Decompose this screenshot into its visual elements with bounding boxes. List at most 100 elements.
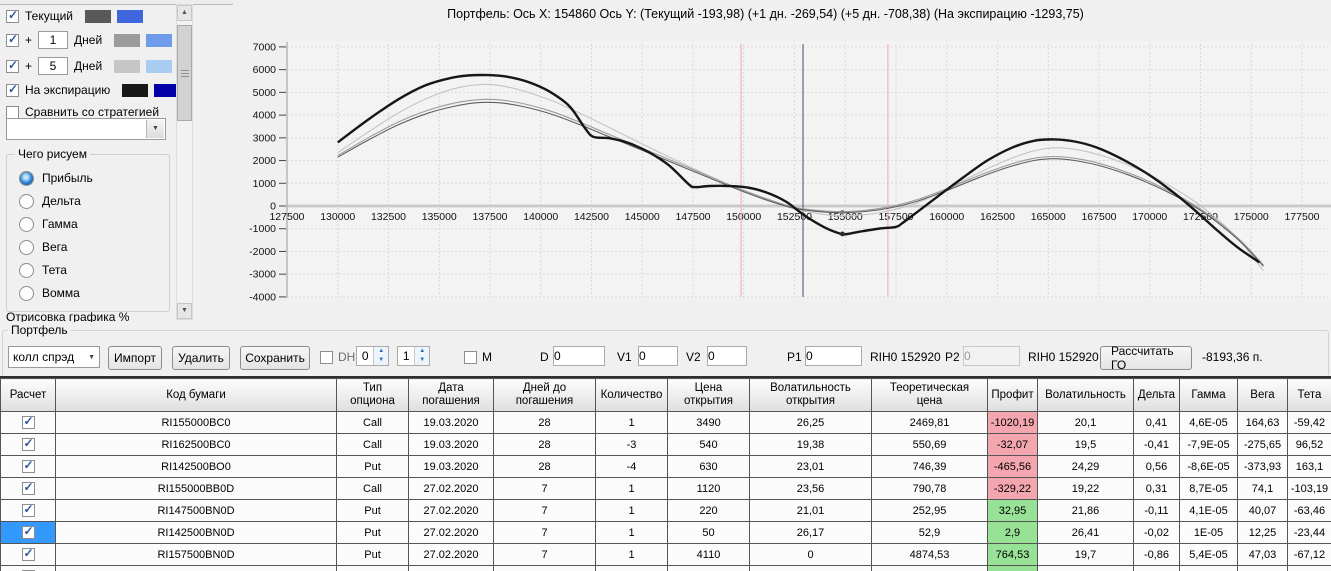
import-button[interactable]: Импорт xyxy=(108,346,162,370)
svg-text:140000: 140000 xyxy=(523,211,558,223)
radio-option-0[interactable]: Прибыль xyxy=(19,170,93,186)
radio-option-4[interactable]: Тета xyxy=(19,262,67,278)
strategy-select[interactable]: колл спрэд ▼ xyxy=(8,346,100,368)
row-calc-checkbox[interactable] xyxy=(21,502,35,517)
color-swatch[interactable] xyxy=(85,9,111,23)
spin-down-icon[interactable]: ▼ xyxy=(415,356,429,365)
data-cell: 19,7 xyxy=(1037,543,1134,566)
table-row[interactable]: RI142500BN0DPut27.02.2020715026,1752,92,… xyxy=(0,521,1331,544)
row-calc-checkbox[interactable] xyxy=(21,414,35,429)
row-calc-checkbox[interactable] xyxy=(21,458,35,473)
column-header[interactable]: Тета xyxy=(1287,378,1331,412)
data-cell xyxy=(408,565,494,571)
column-header[interactable]: Профит xyxy=(987,378,1038,412)
radio-icon[interactable] xyxy=(19,285,34,301)
table-row[interactable]: RI147500BN0DPut27.02.20207122021,01252,9… xyxy=(0,499,1331,522)
color-swatch[interactable] xyxy=(122,83,149,97)
color-swatch[interactable] xyxy=(117,9,143,23)
scroll-up-icon[interactable]: ▲ xyxy=(177,5,192,21)
row-select-cell[interactable] xyxy=(0,411,56,434)
radio-icon[interactable] xyxy=(19,239,34,255)
column-header[interactable]: Волатильность xyxy=(1037,378,1134,412)
table-row[interactable]: RI157500BN0DPut27.02.202071411004874,537… xyxy=(0,543,1331,566)
table-row[interactable]: RI155000BB0DCall27.02.202071112023,56790… xyxy=(0,477,1331,500)
color-swatch[interactable] xyxy=(114,33,141,47)
row-select-cell[interactable] xyxy=(0,543,56,566)
color-swatch[interactable] xyxy=(146,59,173,73)
chevron-down-icon[interactable]: ▼ xyxy=(146,120,164,138)
checkbox-plus5-days[interactable] xyxy=(6,58,19,73)
checkbox-plus1-days[interactable] xyxy=(6,32,19,47)
days-input-2[interactable]: 5 xyxy=(38,57,69,75)
checkbox-dh[interactable] xyxy=(320,350,333,364)
row-select-cell[interactable] xyxy=(0,521,56,544)
row-calc-checkbox[interactable] xyxy=(21,546,35,561)
radio-icon[interactable] xyxy=(19,193,34,209)
spin-down-icon[interactable]: ▼ xyxy=(374,356,388,365)
data-cell xyxy=(595,565,668,571)
sidebar-scrollbar[interactable]: ▲ ▼ xyxy=(176,4,193,320)
row-select-cell[interactable] xyxy=(0,455,56,478)
p1-field[interactable]: 0 xyxy=(805,346,862,366)
radio-option-5[interactable]: Вомма xyxy=(19,285,80,301)
profit-cell: 2,9 xyxy=(987,521,1038,544)
column-header[interactable]: Волатильность открытия xyxy=(749,378,872,412)
v1-field[interactable]: 0 xyxy=(638,346,678,366)
column-header[interactable]: Теоретическая цена xyxy=(871,378,988,412)
dh-spinner-1[interactable]: 0 ▲ ▼ xyxy=(356,346,389,366)
column-header[interactable]: Вега xyxy=(1237,378,1288,412)
dh-spinner-2[interactable]: 1 ▲ ▼ xyxy=(397,346,430,366)
spin-up-icon[interactable]: ▲ xyxy=(415,347,429,356)
column-header[interactable]: Количество xyxy=(595,378,668,412)
table-row[interactable]: RI155000BC0Call19.03.2020281349026,25246… xyxy=(0,411,1331,434)
checkbox-m[interactable] xyxy=(464,350,477,364)
calculate-go-button[interactable]: Рассчитать ГО xyxy=(1100,344,1192,372)
chevron-down-icon[interactable]: ▼ xyxy=(88,354,95,361)
v2-field[interactable]: 0 xyxy=(707,346,747,366)
color-swatch[interactable] xyxy=(114,59,141,73)
row-select-cell[interactable] xyxy=(0,499,56,522)
data-cell: RI162500BC0 xyxy=(55,433,337,456)
grip-icon xyxy=(181,70,189,78)
p2-field[interactable]: 0 xyxy=(963,346,1020,366)
radio-icon[interactable] xyxy=(19,216,34,232)
save-button[interactable]: Сохранить xyxy=(240,346,310,370)
column-header[interactable]: Цена открытия xyxy=(667,378,750,412)
compare-strategy-dropdown[interactable]: ▼ xyxy=(6,118,166,140)
radio-option-3[interactable]: Вега xyxy=(19,239,67,255)
column-header[interactable]: Тип опциона xyxy=(336,378,409,412)
column-header[interactable]: Дней до погашения xyxy=(493,378,596,412)
column-header[interactable]: Гамма xyxy=(1179,378,1238,412)
spin-up-icon[interactable]: ▲ xyxy=(374,347,388,356)
scrollbar-thumb[interactable] xyxy=(177,25,192,121)
row-calc-checkbox[interactable] xyxy=(21,524,35,539)
radio-icon[interactable] xyxy=(19,170,34,186)
row-calc-checkbox[interactable] xyxy=(21,436,35,451)
days-input-1[interactable]: 1 xyxy=(38,31,69,49)
row-select-cell[interactable] xyxy=(0,477,56,500)
data-cell: Put xyxy=(336,499,409,522)
scroll-down-icon[interactable]: ▼ xyxy=(177,303,192,319)
column-header[interactable]: Код бумаги xyxy=(55,378,337,412)
table-row[interactable]: RI162500BC0Call19.03.202028-354019,38550… xyxy=(0,433,1331,456)
row-calc-checkbox[interactable] xyxy=(21,480,35,495)
color-swatch[interactable] xyxy=(146,33,173,47)
plus-sign: + xyxy=(25,59,33,73)
checkbox-compare-strategy[interactable] xyxy=(6,105,19,119)
row-select-cell[interactable] xyxy=(0,565,56,571)
radio-option-1[interactable]: Дельта xyxy=(19,193,81,209)
column-header[interactable]: Дельта xyxy=(1133,378,1180,412)
radio-icon[interactable] xyxy=(19,262,34,278)
profit-chart[interactable]: 70006000500040003000200010000-1000-2000-… xyxy=(200,24,1331,320)
column-header[interactable]: Расчет xyxy=(0,378,56,412)
radio-option-2[interactable]: Гамма xyxy=(19,216,78,232)
table-row[interactable]: FixedProfit 948 xyxy=(0,565,1331,571)
svg-text:127500: 127500 xyxy=(269,211,304,223)
d-field[interactable]: 0 xyxy=(553,346,605,366)
checkbox-current[interactable] xyxy=(6,8,19,23)
checkbox-expiration[interactable] xyxy=(6,82,19,97)
column-header[interactable]: Дата погашения xyxy=(408,378,494,412)
row-select-cell[interactable] xyxy=(0,433,56,456)
table-row[interactable]: RI142500BO0Put19.03.202028-463023,01746,… xyxy=(0,455,1331,478)
delete-button[interactable]: Удалить xyxy=(172,346,230,370)
